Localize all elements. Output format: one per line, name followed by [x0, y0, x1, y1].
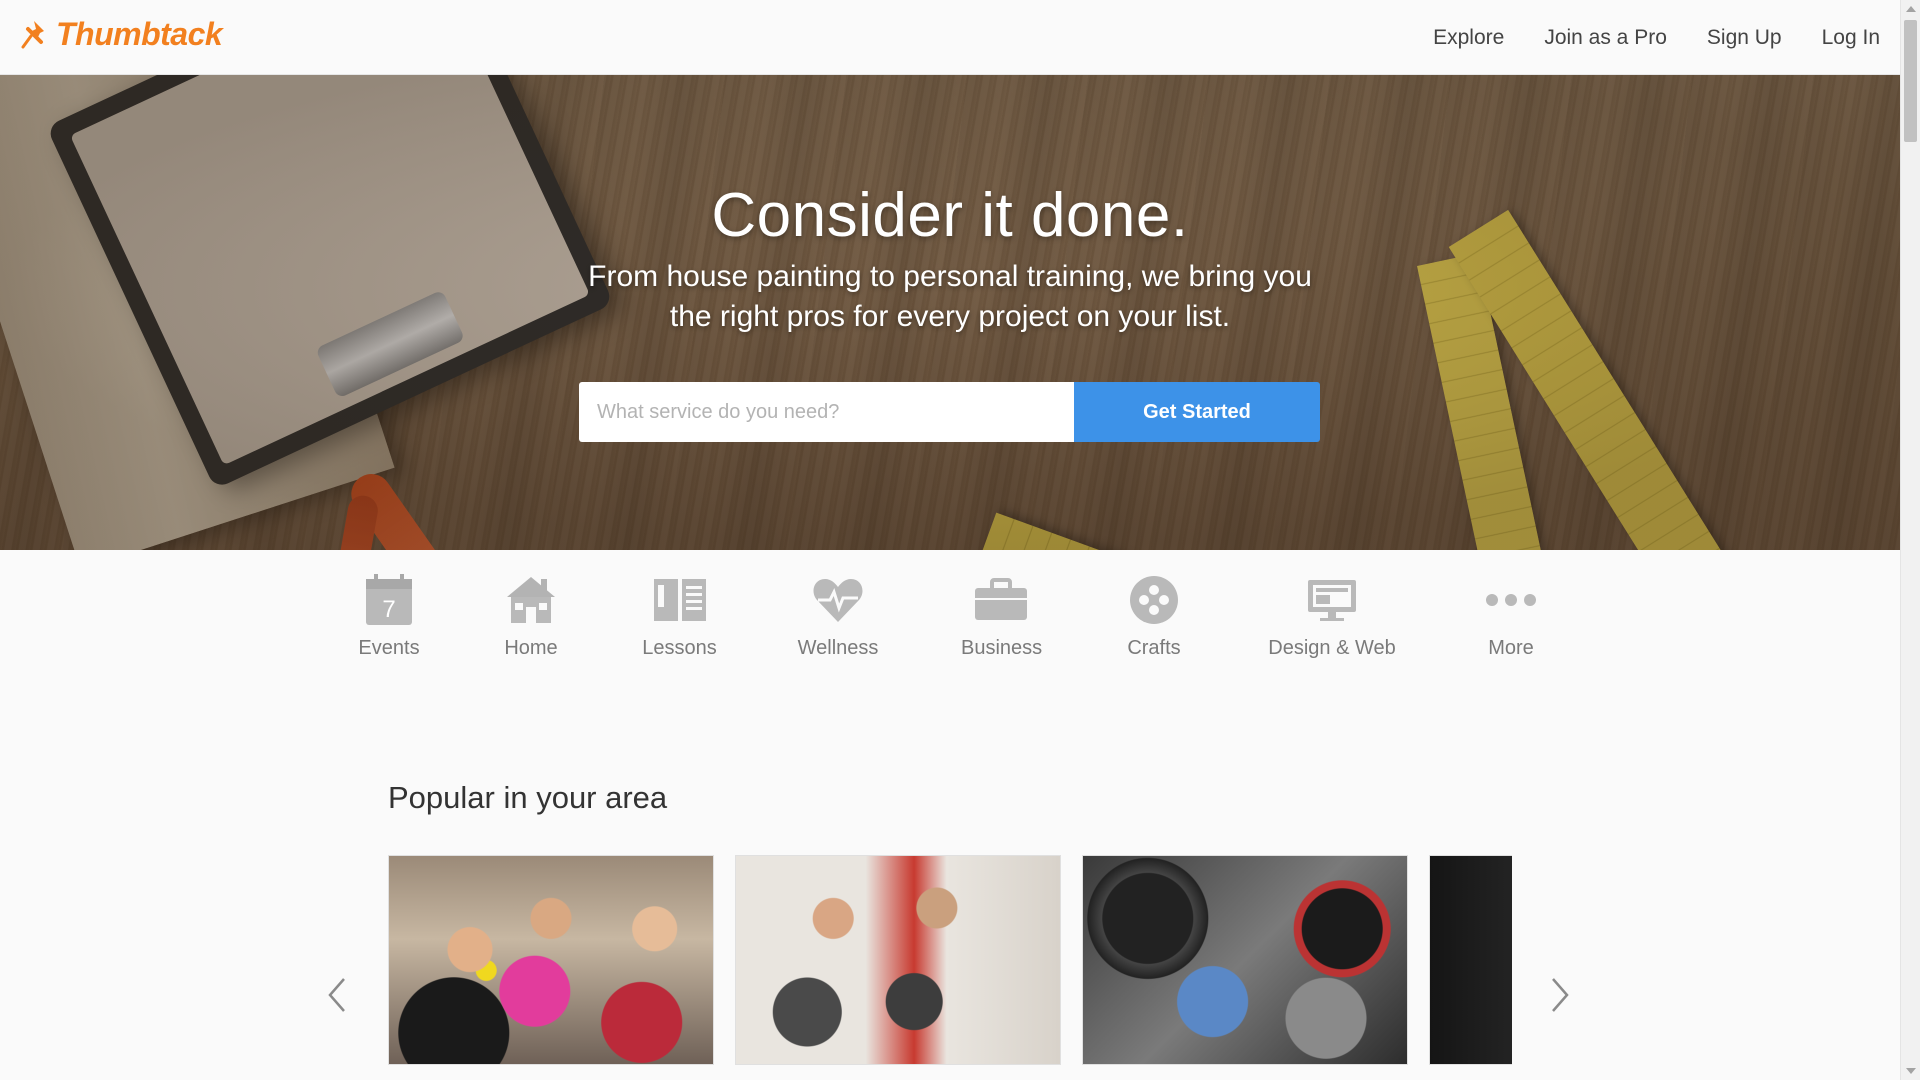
house-icon	[501, 572, 561, 628]
nav-explore[interactable]: Explore	[1433, 26, 1504, 50]
category-wellness[interactable]: Wellness	[797, 572, 879, 660]
service-search-input[interactable]	[579, 382, 1074, 442]
category-label: Events	[358, 637, 420, 659]
svg-text:7: 7	[382, 596, 395, 623]
heart-icon	[808, 572, 868, 628]
carousel-prev-button[interactable]	[322, 975, 352, 1015]
chevron-left-icon	[328, 978, 345, 1012]
category-bar: 7 Events Home Lessons Wellness Business …	[0, 550, 1900, 680]
thumbtack-logo[interactable]: Thumbtack	[20, 16, 223, 53]
popular-card-boxing[interactable]	[735, 855, 1061, 1065]
nav-log-in[interactable]: Log In	[1822, 26, 1880, 50]
page-scrollbar[interactable]	[1900, 0, 1920, 1080]
more-dots-icon	[1481, 572, 1541, 628]
popular-section-title: Popular in your area	[388, 780, 668, 815]
scroll-down-arrow-icon[interactable]	[1906, 1068, 1916, 1074]
service-search-form: Get Started	[579, 382, 1320, 442]
category-label: Design & Web	[1268, 637, 1396, 659]
nav-sign-up[interactable]: Sign Up	[1707, 26, 1782, 50]
site-header: Thumbtack Explore Join as a Pro Sign Up …	[0, 0, 1900, 75]
category-design-web[interactable]: Design & Web	[1265, 572, 1399, 660]
nav-join-as-pro[interactable]: Join as a Pro	[1544, 26, 1667, 50]
top-nav: Explore Join as a Pro Sign Up Log In	[1393, 0, 1880, 75]
category-label: Lessons	[642, 637, 717, 659]
pushpin-icon	[21, 20, 44, 48]
calendar-icon: 7	[359, 572, 419, 628]
book-icon	[650, 572, 710, 628]
logo-text: Thumbtack	[56, 16, 223, 52]
scroll-up-arrow-icon[interactable]	[1906, 6, 1916, 12]
category-events[interactable]: 7 Events	[358, 572, 420, 660]
category-crafts[interactable]: Crafts	[1123, 572, 1185, 660]
hero-banner: Consider it done. From house painting to…	[0, 75, 1900, 550]
popular-carousel	[388, 855, 1512, 1080]
category-lessons[interactable]: Lessons	[642, 572, 717, 660]
category-label: More	[1488, 637, 1534, 659]
palette-icon	[1124, 572, 1184, 628]
monitor-icon	[1265, 572, 1399, 628]
hero-content: Consider it done. From house painting to…	[0, 75, 1900, 550]
hero-subtitle: From house painting to personal training…	[588, 260, 1312, 333]
category-label: Home	[504, 637, 558, 659]
chevron-right-icon	[1552, 978, 1569, 1012]
popular-card-dj[interactable]	[1082, 855, 1408, 1065]
get-started-button[interactable]: Get Started	[1074, 382, 1320, 442]
category-label: Crafts	[1127, 637, 1181, 659]
category-label: Business	[961, 637, 1043, 659]
popular-card-party[interactable]	[388, 855, 714, 1065]
category-business[interactable]: Business	[961, 572, 1043, 660]
category-more[interactable]: More	[1481, 572, 1541, 660]
popular-card-makeup[interactable]	[1429, 855, 1512, 1065]
category-home[interactable]: Home	[500, 572, 562, 660]
briefcase-icon	[971, 572, 1031, 628]
scrollbar-thumb[interactable]	[1904, 20, 1917, 142]
hero-title: Consider it done.	[711, 181, 1189, 250]
category-label: Wellness	[797, 637, 879, 659]
carousel-next-button[interactable]	[1545, 975, 1575, 1015]
